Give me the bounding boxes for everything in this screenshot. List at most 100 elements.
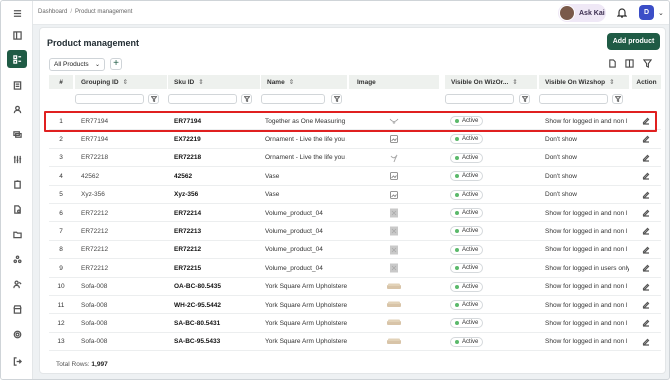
sort-icon[interactable]: ⇕ bbox=[512, 78, 517, 86]
table-row[interactable]: 2 ER77194 EX72219 Ornament - Live the life … bbox=[49, 130, 661, 149]
status-dot-icon bbox=[455, 174, 459, 179]
filter-icon[interactable] bbox=[241, 94, 252, 104]
network-icon[interactable] bbox=[9, 252, 25, 266]
filter-icon[interactable] bbox=[331, 94, 342, 104]
edit-icon[interactable] bbox=[632, 167, 660, 185]
sort-icon[interactable]: ⇕ bbox=[198, 78, 203, 86]
grouping-id-cell: 42562 bbox=[81, 172, 100, 180]
table-row[interactable]: 6 ER72212 ER72214 Volume_product_04 Active Sh… bbox=[49, 204, 661, 223]
table-row[interactable]: 3 ER72218 ER72218 Ornament - Live the life … bbox=[49, 149, 661, 168]
table-row[interactable]: 9 ER72212 ER72215 Volume_product_04 Active Sh… bbox=[49, 259, 661, 278]
filter-icon[interactable] bbox=[612, 94, 623, 104]
row-index: 11 bbox=[57, 301, 65, 309]
layout-icon[interactable] bbox=[9, 28, 25, 42]
document-icon[interactable] bbox=[9, 202, 25, 216]
edit-icon[interactable] bbox=[632, 278, 660, 296]
breadcrumb-dashboard[interactable]: Dashboard bbox=[38, 9, 67, 15]
status-badge: Active bbox=[450, 171, 484, 182]
status-badge: Active bbox=[450, 318, 484, 329]
table-row[interactable]: 12 Sofa-008 SA-BC-80.5431 York Square Arm U… bbox=[49, 314, 661, 333]
menu-icon[interactable] bbox=[9, 6, 25, 20]
status-dot-icon bbox=[455, 192, 459, 197]
edit-icon[interactable] bbox=[632, 296, 660, 314]
edit-icon[interactable] bbox=[632, 222, 660, 240]
status-badge-label: Active bbox=[462, 302, 479, 308]
user-icon[interactable] bbox=[9, 102, 25, 116]
filter-icon[interactable] bbox=[148, 94, 159, 104]
row-index: 6 bbox=[59, 209, 63, 217]
name-cell: York Square Arm Upholstered bbox=[265, 283, 347, 291]
column-header-visible-wizorder[interactable]: Visible On WizOr... ⇕ bbox=[445, 75, 537, 89]
store-icon[interactable] bbox=[9, 302, 25, 316]
columns-icon[interactable] bbox=[625, 59, 635, 69]
name-cell: Volume_product_04 bbox=[265, 227, 323, 235]
sort-icon[interactable]: ⇕ bbox=[289, 78, 294, 86]
view-select[interactable]: All Products ⌄ bbox=[49, 58, 105, 71]
edit-icon[interactable] bbox=[632, 241, 660, 259]
table-row[interactable]: 8 ER72212 ER72212 Volume_product_04 Active Sh… bbox=[49, 241, 661, 260]
list-icon[interactable] bbox=[9, 78, 25, 92]
export-icon[interactable] bbox=[608, 59, 618, 69]
chat-icon[interactable] bbox=[9, 127, 25, 141]
top-bar: Dashboard / Product management Ask Kai D ⌄ bbox=[33, 1, 669, 25]
status-badge: Active bbox=[450, 134, 484, 145]
logout-icon[interactable] bbox=[9, 354, 25, 368]
status-dot-icon bbox=[455, 247, 459, 252]
products-icon[interactable] bbox=[7, 50, 27, 68]
account-badge[interactable]: D bbox=[639, 5, 654, 20]
view-select-label: All Products bbox=[54, 61, 89, 68]
column-header-sku-id[interactable]: Sku ID ⇕ bbox=[168, 75, 260, 89]
grouping-id-cell: ER72218 bbox=[81, 154, 109, 162]
clipboard-icon[interactable] bbox=[9, 177, 25, 191]
table-row[interactable]: 10 Sofa-008 OA-BC-80.5435 York Square Arm U… bbox=[49, 278, 661, 296]
column-header-name[interactable]: Name ⇕ bbox=[261, 75, 347, 89]
product-image bbox=[349, 167, 439, 185]
edit-icon[interactable] bbox=[632, 333, 660, 351]
column-header-sku-id-label: Sku ID bbox=[174, 78, 195, 86]
folder-icon[interactable] bbox=[9, 227, 25, 241]
column-header-image: Image bbox=[349, 75, 439, 89]
table-row[interactable]: 5 Xyz-356 Xyz-356 Vase Active Don't show bbox=[49, 186, 661, 204]
bell-icon[interactable] bbox=[616, 7, 629, 19]
status-dot-icon bbox=[455, 339, 459, 344]
column-header-action: Action bbox=[632, 75, 661, 89]
add-view-button[interactable]: + bbox=[110, 58, 122, 70]
table-row[interactable]: 7 ER72212 ER72213 Volume_product_04 Active Sh… bbox=[49, 222, 661, 241]
filter-input-name[interactable] bbox=[261, 94, 325, 104]
table-row[interactable]: 1 ER77194 ER77194 Together as One Measuring… bbox=[49, 112, 661, 131]
wizorder-status-cell: Active bbox=[445, 112, 537, 130]
filter-input-visible-wizorder[interactable] bbox=[445, 94, 514, 104]
add-product-button[interactable]: Add product bbox=[607, 33, 660, 50]
table-row[interactable]: 13 Sofa-008 SA-BC-95.5433 York Square Arm U… bbox=[49, 333, 661, 352]
team-icon[interactable] bbox=[9, 277, 25, 291]
edit-icon[interactable] bbox=[632, 314, 660, 332]
filter-input-sku-id[interactable] bbox=[168, 94, 237, 104]
column-header-grouping-id[interactable]: Grouping ID ⇕ bbox=[75, 75, 167, 89]
sliders-icon[interactable] bbox=[9, 152, 25, 166]
edit-icon[interactable] bbox=[632, 259, 660, 277]
column-header-visible-wizshop[interactable]: Visible On Wizshop ⇕ bbox=[539, 75, 629, 89]
filter-icon[interactable] bbox=[519, 94, 530, 104]
filter-icon[interactable] bbox=[642, 59, 653, 69]
filter-input-visible-wizshop[interactable] bbox=[539, 94, 608, 104]
sidebar bbox=[1, 1, 33, 379]
table-row[interactable]: 11 Sofa-008 WH-2C-95.5442 York Square Arm U… bbox=[49, 296, 661, 315]
product-image bbox=[349, 186, 439, 204]
assistant-pill[interactable]: Ask Kai bbox=[558, 4, 606, 22]
sort-icon[interactable]: ⇕ bbox=[609, 78, 614, 86]
status-badge: Active bbox=[450, 300, 484, 310]
gear-icon[interactable] bbox=[9, 327, 25, 341]
edit-icon[interactable] bbox=[632, 204, 660, 222]
table-row[interactable]: 4 42562 42562 Vase Active Don't show bbox=[49, 167, 661, 186]
edit-icon[interactable] bbox=[632, 130, 660, 148]
product-image bbox=[349, 149, 439, 167]
edit-icon[interactable] bbox=[632, 186, 660, 204]
filter-input-grouping-id[interactable] bbox=[75, 94, 144, 104]
edit-icon[interactable] bbox=[632, 149, 660, 167]
sort-icon[interactable]: ⇕ bbox=[123, 78, 128, 86]
sku-id-cell: ER77194 bbox=[174, 117, 202, 125]
breadcrumb: Dashboard / Product management bbox=[38, 9, 132, 15]
chevron-down-icon[interactable]: ⌄ bbox=[658, 9, 664, 17]
avatar bbox=[559, 5, 575, 21]
edit-icon[interactable] bbox=[632, 112, 660, 130]
